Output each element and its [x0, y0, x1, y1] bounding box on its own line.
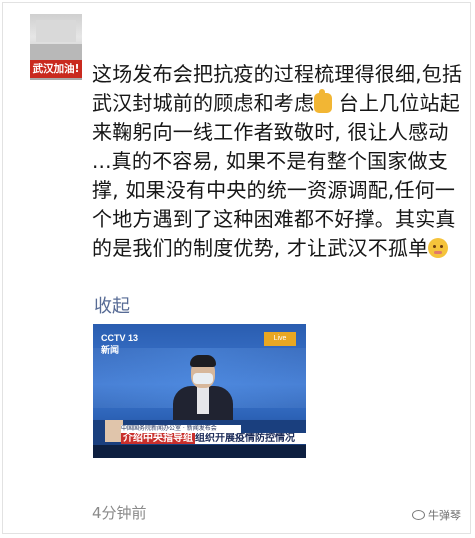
speaker-shirt	[197, 386, 209, 414]
post-paragraph: ...真的不容易, 如果不是有整个国家做支撑, 如果没有中央的统一资源调配,任何…	[92, 147, 464, 263]
video-thumbnail[interactable]: CCTV 13 新闻 Live 中国国务院新闻办公室 · 新闻发布会 介绍中央指导…	[93, 324, 306, 458]
video-caption-bar: 介绍中央指导组 组织开展疫情防控情况	[121, 433, 306, 444]
caption-main: 组织开展疫情防控情况	[195, 433, 295, 444]
channel-sub-text: 新闻	[101, 345, 120, 355]
avatar-blur	[36, 20, 76, 42]
post-text-segment: ...真的不容易, 如果不是有整个国家做支撑, 如果没有中央的统一资源调配,任何…	[92, 149, 456, 260]
watermark: 牛弹琴	[412, 507, 461, 523]
wechat-icon	[412, 510, 425, 520]
smiling-face-icon	[428, 238, 449, 258]
collapse-link[interactable]: 收起	[94, 292, 130, 318]
post-paragraph: 这场发布会把抗疫的过程梳理得很细,包括武汉封城前的顾虑和考虑 台上几位站起来鞠躬…	[92, 60, 464, 147]
live-badge: Live	[264, 332, 296, 346]
thumbs-up-icon	[314, 89, 333, 113]
channel-logo: CCTV 13 新闻	[101, 333, 138, 356]
caption-highlight: 介绍中央指导组	[121, 433, 195, 444]
video-caption-top: 中国国务院新闻办公室 · 新闻发布会	[121, 425, 241, 433]
speaker-hair	[190, 355, 216, 367]
post-text: 这场发布会把抗疫的过程梳理得很细,包括武汉封城前的顾虑和考虑 台上几位站起来鞠躬…	[92, 60, 464, 263]
avatar-badge: 武汉加油!	[30, 60, 82, 78]
post-timestamp: 4分钟前	[92, 504, 147, 522]
video-ticker	[93, 445, 306, 458]
channel-logo-text: CCTV 13	[101, 333, 139, 343]
speaker-mask	[193, 373, 213, 384]
watermark-text: 牛弹琴	[428, 509, 461, 522]
